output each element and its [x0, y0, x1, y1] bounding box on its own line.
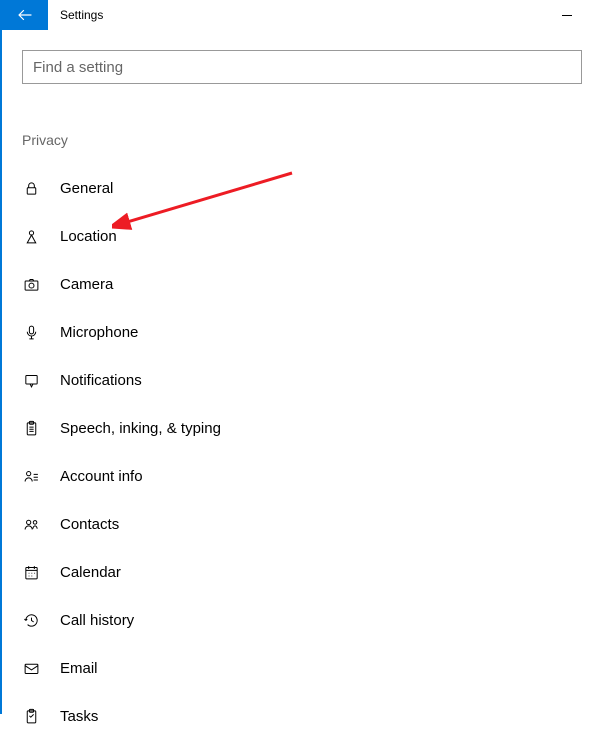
- nav-label: Contacts: [60, 516, 119, 533]
- history-icon: [22, 611, 40, 629]
- nav-label: Speech, inking, & typing: [60, 420, 221, 437]
- nav-label: Microphone: [60, 324, 138, 341]
- titlebar: Settings: [2, 0, 597, 30]
- arrow-left-icon: [16, 6, 34, 24]
- nav-list: General Location Camera Microphone Notif: [22, 164, 597, 740]
- nav-label: Account info: [60, 468, 143, 485]
- lock-icon: [22, 179, 40, 197]
- nav-item-tasks[interactable]: Tasks: [22, 692, 597, 740]
- microphone-icon: [22, 323, 40, 341]
- nav-item-contacts[interactable]: Contacts: [22, 500, 597, 548]
- camera-icon: [22, 275, 40, 293]
- nav-label: Calendar: [60, 564, 121, 581]
- window-title: Settings: [48, 0, 547, 30]
- clipboard-icon: [22, 419, 40, 437]
- contacts-icon: [22, 515, 40, 533]
- nav-item-account[interactable]: Account info: [22, 452, 597, 500]
- nav-label: Location: [60, 228, 117, 245]
- nav-item-notifications[interactable]: Notifications: [22, 356, 597, 404]
- nav-item-speech[interactable]: Speech, inking, & typing: [22, 404, 597, 452]
- nav-item-calendar[interactable]: Calendar: [22, 548, 597, 596]
- nav-item-location[interactable]: Location: [22, 212, 597, 260]
- back-button[interactable]: [2, 0, 48, 30]
- nav-label: General: [60, 180, 113, 197]
- email-icon: [22, 659, 40, 677]
- nav-label: Call history: [60, 612, 134, 629]
- nav-item-callhistory[interactable]: Call history: [22, 596, 597, 644]
- section-header-privacy: Privacy: [22, 132, 597, 148]
- nav-item-general[interactable]: General: [22, 164, 597, 212]
- nav-label: Tasks: [60, 708, 98, 725]
- nav-label: Notifications: [60, 372, 142, 389]
- nav-label: Camera: [60, 276, 113, 293]
- account-icon: [22, 467, 40, 485]
- window-controls: [547, 0, 597, 30]
- location-icon: [22, 227, 40, 245]
- nav-item-microphone[interactable]: Microphone: [22, 308, 597, 356]
- search-placeholder: Find a setting: [33, 59, 123, 76]
- calendar-icon: [22, 563, 40, 581]
- nav-item-camera[interactable]: Camera: [22, 260, 597, 308]
- minimize-button[interactable]: [547, 0, 587, 30]
- search-input[interactable]: Find a setting: [22, 50, 582, 84]
- nav-item-email[interactable]: Email: [22, 644, 597, 692]
- nav-label: Email: [60, 660, 98, 677]
- tasks-icon: [22, 707, 40, 725]
- notifications-icon: [22, 371, 40, 389]
